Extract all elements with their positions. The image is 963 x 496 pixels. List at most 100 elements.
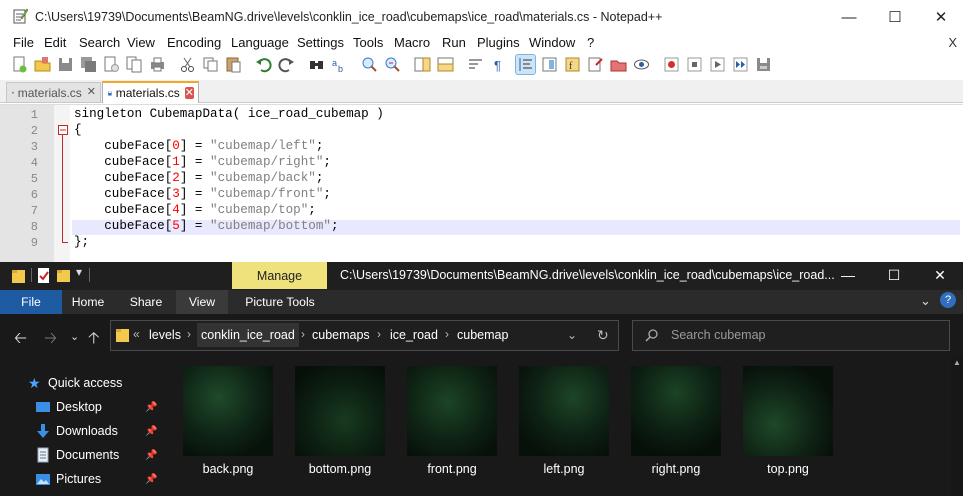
scroll-up-icon[interactable]: ▲ bbox=[953, 358, 961, 367]
breadcrumb-levels[interactable]: levels bbox=[149, 328, 181, 342]
replace-icon[interactable]: ab bbox=[330, 55, 349, 74]
thumbnail-image[interactable] bbox=[183, 366, 273, 456]
pin-icon[interactable]: 📌 bbox=[145, 402, 157, 413]
file-name[interactable]: back.png bbox=[172, 462, 284, 476]
nav-downloads[interactable]: Downloads 📌 bbox=[0, 421, 165, 441]
menu-window[interactable]: Window bbox=[529, 35, 575, 50]
ribbon-tab-home[interactable]: Home bbox=[62, 290, 114, 314]
minimize-button[interactable]: — bbox=[826, 0, 872, 34]
chevron-right-icon[interactable]: › bbox=[445, 327, 449, 341]
save-icon[interactable] bbox=[56, 55, 75, 74]
nav-documents[interactable]: Documents 📌 bbox=[0, 445, 165, 465]
run-macro-multiple-icon[interactable] bbox=[731, 55, 750, 74]
recent-locations-icon[interactable]: ⌄ bbox=[70, 330, 79, 343]
menu-encoding[interactable]: Encoding bbox=[167, 35, 221, 50]
maximize-button[interactable]: ☐ bbox=[871, 262, 917, 288]
refresh-icon[interactable]: ↻ bbox=[597, 327, 609, 344]
menu-macro[interactable]: Macro bbox=[394, 35, 430, 50]
ribbon-tab-share[interactable]: Share bbox=[118, 290, 174, 314]
save-all-icon[interactable] bbox=[79, 55, 98, 74]
nav-quick-access[interactable]: ★ Quick access bbox=[0, 373, 165, 393]
path-overflow[interactable]: « bbox=[133, 327, 140, 341]
new-folder-icon[interactable] bbox=[56, 267, 72, 283]
zoom-in-icon[interactable] bbox=[360, 55, 379, 74]
maximize-button[interactable]: ☐ bbox=[872, 0, 918, 34]
file-name[interactable]: left.png bbox=[508, 462, 620, 476]
file-name[interactable]: top.png bbox=[732, 462, 844, 476]
sync-vertical-icon[interactable] bbox=[413, 55, 432, 74]
ribbon-tab-file[interactable]: File bbox=[0, 290, 62, 314]
thumbnail-image[interactable] bbox=[743, 366, 833, 456]
chevron-down-icon[interactable]: ⌄ bbox=[567, 328, 577, 342]
file-name[interactable]: front.png bbox=[396, 462, 508, 476]
stop-macro-icon[interactable] bbox=[685, 55, 704, 74]
document-map-icon[interactable] bbox=[540, 55, 559, 74]
breadcrumb-ice-road[interactable]: ice_road bbox=[390, 328, 438, 342]
undo-icon[interactable] bbox=[254, 55, 273, 74]
menu-view[interactable]: View bbox=[127, 35, 155, 50]
thumbnail-image[interactable] bbox=[407, 366, 497, 456]
tab-materials-cs-2[interactable]: materials.cs ✕ bbox=[102, 81, 199, 103]
menu-edit[interactable]: Edit bbox=[44, 35, 66, 50]
copy-icon[interactable] bbox=[201, 55, 220, 74]
fold-collapse-icon[interactable] bbox=[58, 125, 68, 135]
redo-icon[interactable] bbox=[277, 55, 296, 74]
nav-pictures[interactable]: Pictures 📌 bbox=[0, 469, 165, 489]
file-name[interactable]: right.png bbox=[620, 462, 732, 476]
menu-settings[interactable]: Settings bbox=[297, 35, 344, 50]
project-panel-icon[interactable] bbox=[609, 55, 628, 74]
properties-icon[interactable] bbox=[37, 267, 51, 284]
open-file-icon[interactable] bbox=[33, 55, 52, 74]
ribbon-tab-view[interactable]: View bbox=[176, 290, 228, 314]
close-tab-icon[interactable]: ✕ bbox=[87, 87, 96, 99]
customize-qat-icon[interactable]: ▾ bbox=[76, 265, 82, 279]
monitoring-icon[interactable] bbox=[632, 55, 651, 74]
chevron-right-icon[interactable]: › bbox=[301, 327, 305, 341]
menu-file[interactable]: File bbox=[13, 35, 34, 50]
file-name[interactable]: bottom.png bbox=[284, 462, 396, 476]
vertical-scrollbar[interactable]: ▲ bbox=[951, 356, 963, 496]
nav-desktop[interactable]: Desktop 📌 bbox=[0, 397, 165, 417]
print-icon[interactable] bbox=[148, 55, 167, 74]
ribbon-tab-picture-tools[interactable]: Picture Tools bbox=[232, 290, 328, 314]
word-wrap-icon[interactable] bbox=[466, 55, 485, 74]
close-button[interactable]: ✕ bbox=[918, 0, 963, 34]
close-all-icon[interactable] bbox=[125, 55, 144, 74]
tab-materials-cs-1[interactable]: materials.cs ✕ bbox=[6, 82, 101, 103]
close-file-icon[interactable] bbox=[102, 55, 121, 74]
save-macro-icon[interactable] bbox=[754, 55, 773, 74]
pin-icon[interactable]: 📌 bbox=[145, 474, 157, 485]
menu-tools[interactable]: Tools bbox=[353, 35, 383, 50]
forward-arrow-icon[interactable]: 🡢 bbox=[44, 327, 57, 354]
expand-ribbon-icon[interactable]: ⌄ bbox=[920, 293, 931, 309]
thumbnail-image[interactable] bbox=[519, 366, 609, 456]
new-file-icon[interactable] bbox=[10, 55, 29, 74]
address-bar[interactable]: « levels › conklin_ice_road › cubemaps ›… bbox=[110, 320, 619, 351]
indent-guide-icon[interactable] bbox=[515, 54, 536, 75]
chevron-right-icon[interactable]: › bbox=[377, 327, 381, 341]
record-macro-icon[interactable] bbox=[662, 55, 681, 74]
minimize-button[interactable]: — bbox=[825, 262, 871, 288]
menu-plugins[interactable]: Plugins bbox=[477, 35, 520, 50]
help-icon[interactable]: ? bbox=[940, 292, 956, 308]
breadcrumb-conklin-ice-road[interactable]: conklin_ice_road bbox=[197, 323, 299, 347]
code-editor[interactable]: 1 2 3 4 5 6 7 8 9 singleton CubemapData(… bbox=[0, 104, 963, 263]
close-tab-icon[interactable]: ✕ bbox=[184, 87, 194, 99]
zoom-out-icon[interactable] bbox=[383, 55, 402, 74]
search-box[interactable] bbox=[632, 320, 950, 351]
folder-as-workspace-icon[interactable] bbox=[586, 55, 605, 74]
chevron-right-icon[interactable]: › bbox=[187, 327, 191, 341]
breadcrumb-cubemaps[interactable]: cubemaps bbox=[312, 328, 370, 342]
close-document-button[interactable]: X bbox=[948, 35, 957, 50]
manage-contextual-tab[interactable]: Manage bbox=[232, 262, 327, 289]
thumbnail-image[interactable] bbox=[631, 366, 721, 456]
find-icon[interactable] bbox=[307, 55, 326, 74]
thumbnail-image[interactable] bbox=[295, 366, 385, 456]
menu-language[interactable]: Language bbox=[231, 35, 289, 50]
breadcrumb-cubemap[interactable]: cubemap bbox=[457, 328, 508, 342]
menu-run[interactable]: Run bbox=[442, 35, 466, 50]
search-input[interactable] bbox=[669, 327, 933, 343]
menu-search[interactable]: Search bbox=[79, 35, 120, 50]
menu-help[interactable]: ? bbox=[587, 35, 594, 50]
show-all-chars-icon[interactable]: ¶ bbox=[489, 55, 508, 74]
